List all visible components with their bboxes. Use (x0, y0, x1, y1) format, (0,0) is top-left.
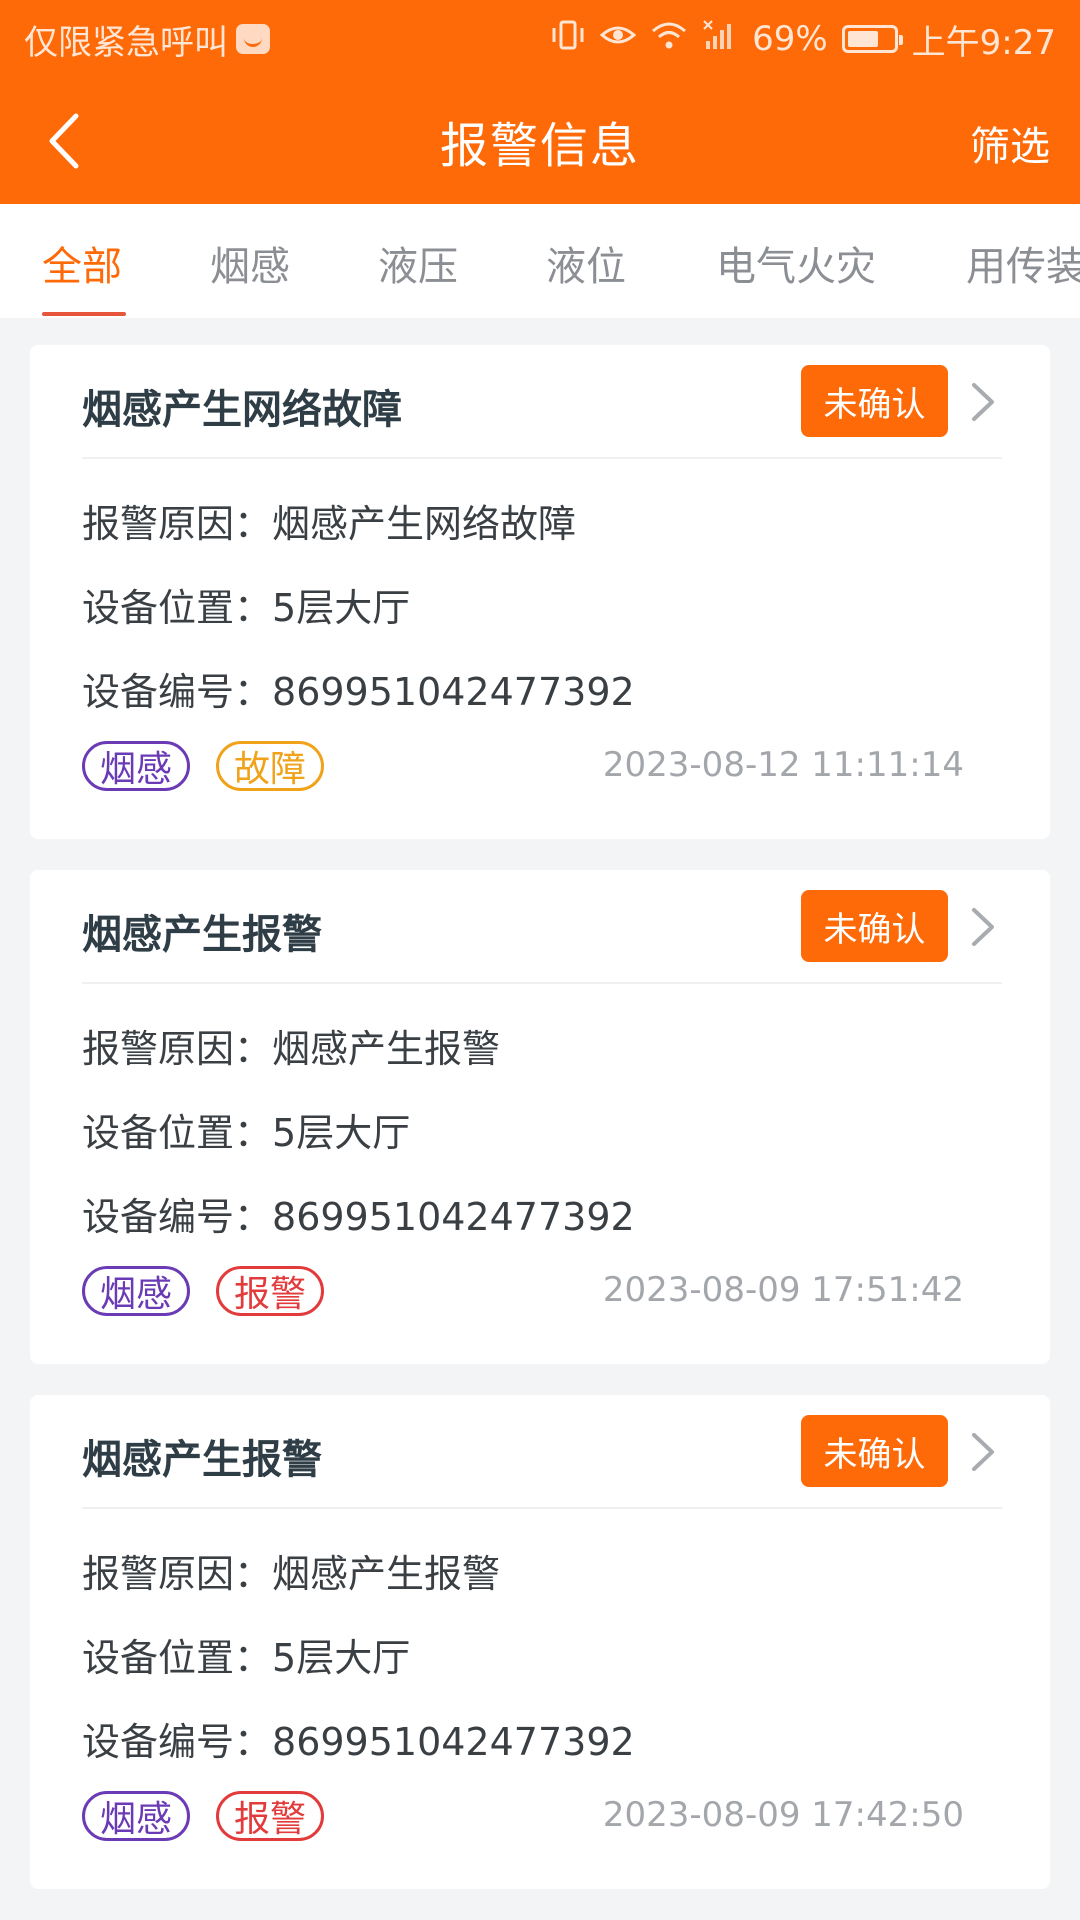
card-title: 烟感产生网络故障 (82, 387, 402, 433)
alarm-level-tag: 报警 (216, 1791, 324, 1841)
confirm-status-button[interactable]: 未确认 (801, 1415, 948, 1487)
alarm-timestamp: 2023-08-09 17:42:50 (602, 1795, 964, 1835)
device-location: 设备位置：5层大厅 (82, 1102, 410, 1157)
field-label: 报警原因： (82, 502, 273, 546)
field-label: 设备编号： (82, 1720, 273, 1764)
device-type-tag: 烟感 (82, 1791, 190, 1841)
card-divider (82, 982, 1002, 984)
filter-button[interactable]: 筛选 (970, 114, 1050, 172)
device-number: 设备编号：869951042477392 (82, 661, 635, 716)
huawei-icon (236, 24, 270, 54)
status-bar-left: 仅限紧急呼叫 (24, 15, 270, 64)
alarm-timestamp: 2023-08-12 11:11:14 (602, 745, 964, 785)
device-location: 设备位置：5层大厅 (82, 577, 410, 632)
chevron-right-icon (972, 908, 994, 946)
device-location: 设备位置：5层大厅 (82, 1627, 410, 1682)
device-type-tag: 烟感 (82, 1266, 190, 1316)
alarm-reason: 报警原因：烟感产生网络故障 (82, 493, 576, 548)
alarm-timestamp: 2023-08-09 17:51:42 (602, 1270, 964, 1310)
clock-time: 上午9:27 (911, 22, 1056, 63)
confirm-status-button[interactable]: 未确认 (801, 365, 948, 437)
tab-electrical-fire[interactable]: 电气火灾 (716, 234, 876, 292)
tab-liquid-level[interactable]: 液位 (546, 234, 626, 292)
eye-icon (599, 19, 637, 59)
field-label: 设备位置： (82, 1636, 273, 1680)
status-bar-right: 69% 上午9:27 (550, 15, 1056, 64)
card-detail-link[interactable] (968, 379, 998, 425)
confirm-status-button[interactable]: 未确认 (801, 890, 948, 962)
vibrate-icon (550, 19, 586, 59)
card-detail-link[interactable] (968, 1429, 998, 1475)
chevron-right-icon (972, 383, 994, 421)
field-value: 869951042477392 (272, 1720, 635, 1764)
tab-all[interactable]: 全部 (42, 234, 122, 292)
tab-hydraulic[interactable]: 液压 (378, 234, 458, 292)
alarm-reason: 报警原因：烟感产生报警 (82, 1543, 500, 1598)
alarm-card[interactable]: 烟感产生报警 未确认 报警原因：烟感产生报警 设备位置：5层大厅 设备编号：86… (30, 1395, 1050, 1889)
card-detail-link[interactable] (968, 904, 998, 950)
card-divider (82, 1507, 1002, 1509)
card-title: 烟感产生报警 (82, 1437, 322, 1483)
chevron-right-icon (972, 1433, 994, 1471)
field-label: 设备位置： (82, 586, 273, 630)
field-value: 869951042477392 (272, 670, 635, 714)
back-button[interactable] (40, 108, 100, 174)
nav-bar: 报警信息 筛选 (0, 78, 1080, 204)
tab-transmission-device[interactable]: 用传装置 (966, 234, 1080, 292)
card-title: 烟感产生报警 (82, 912, 322, 958)
field-value: 烟感产生网络故障 (272, 502, 577, 546)
tab-smoke[interactable]: 烟感 (210, 234, 290, 292)
status-bar: 仅限紧急呼叫 69% 上午9:27 (0, 0, 1080, 78)
category-tabs: 全部 烟感 液压 液位 电气火灾 用传装置 (0, 204, 1080, 318)
field-value: 5层大厅 (272, 586, 411, 630)
field-label: 报警原因： (82, 1552, 273, 1596)
field-value: 烟感产生报警 (272, 1027, 501, 1071)
device-type-tag: 烟感 (82, 741, 190, 791)
device-number: 设备编号：869951042477392 (82, 1186, 635, 1241)
field-label: 设备位置： (82, 1111, 273, 1155)
alarm-level-tag: 故障 (216, 741, 324, 791)
field-label: 设备编号： (82, 1195, 273, 1239)
page-title: 报警信息 (439, 118, 640, 174)
chevron-left-icon (49, 113, 79, 169)
active-tab-indicator (42, 312, 126, 316)
alarm-card[interactable]: 烟感产生报警 未确认 报警原因：烟感产生报警 设备位置：5层大厅 设备编号：86… (30, 870, 1050, 1364)
field-value: 5层大厅 (272, 1636, 411, 1680)
field-value: 烟感产生报警 (272, 1552, 501, 1596)
battery-level-fill (847, 31, 878, 47)
carrier-text: 仅限紧急呼叫 (24, 22, 228, 63)
field-label: 报警原因： (82, 1027, 273, 1071)
wifi-icon (650, 19, 688, 59)
alarm-level-tag: 报警 (216, 1266, 324, 1316)
alarm-reason: 报警原因：烟感产生报警 (82, 1018, 500, 1073)
field-label: 设备编号： (82, 670, 273, 714)
field-value: 5层大厅 (272, 1111, 411, 1155)
battery-icon (841, 25, 903, 53)
signal-icon (702, 19, 738, 59)
card-divider (82, 457, 1002, 459)
alarm-card[interactable]: 烟感产生网络故障 未确认 报警原因：烟感产生网络故障 设备位置：5层大厅 设备编… (30, 345, 1050, 839)
app-header: 仅限紧急呼叫 69% 上午9:27 报警信息 筛选 (0, 0, 1080, 204)
battery-percent: 69% (752, 19, 828, 59)
device-number: 设备编号：869951042477392 (82, 1711, 635, 1766)
field-value: 869951042477392 (272, 1195, 635, 1239)
